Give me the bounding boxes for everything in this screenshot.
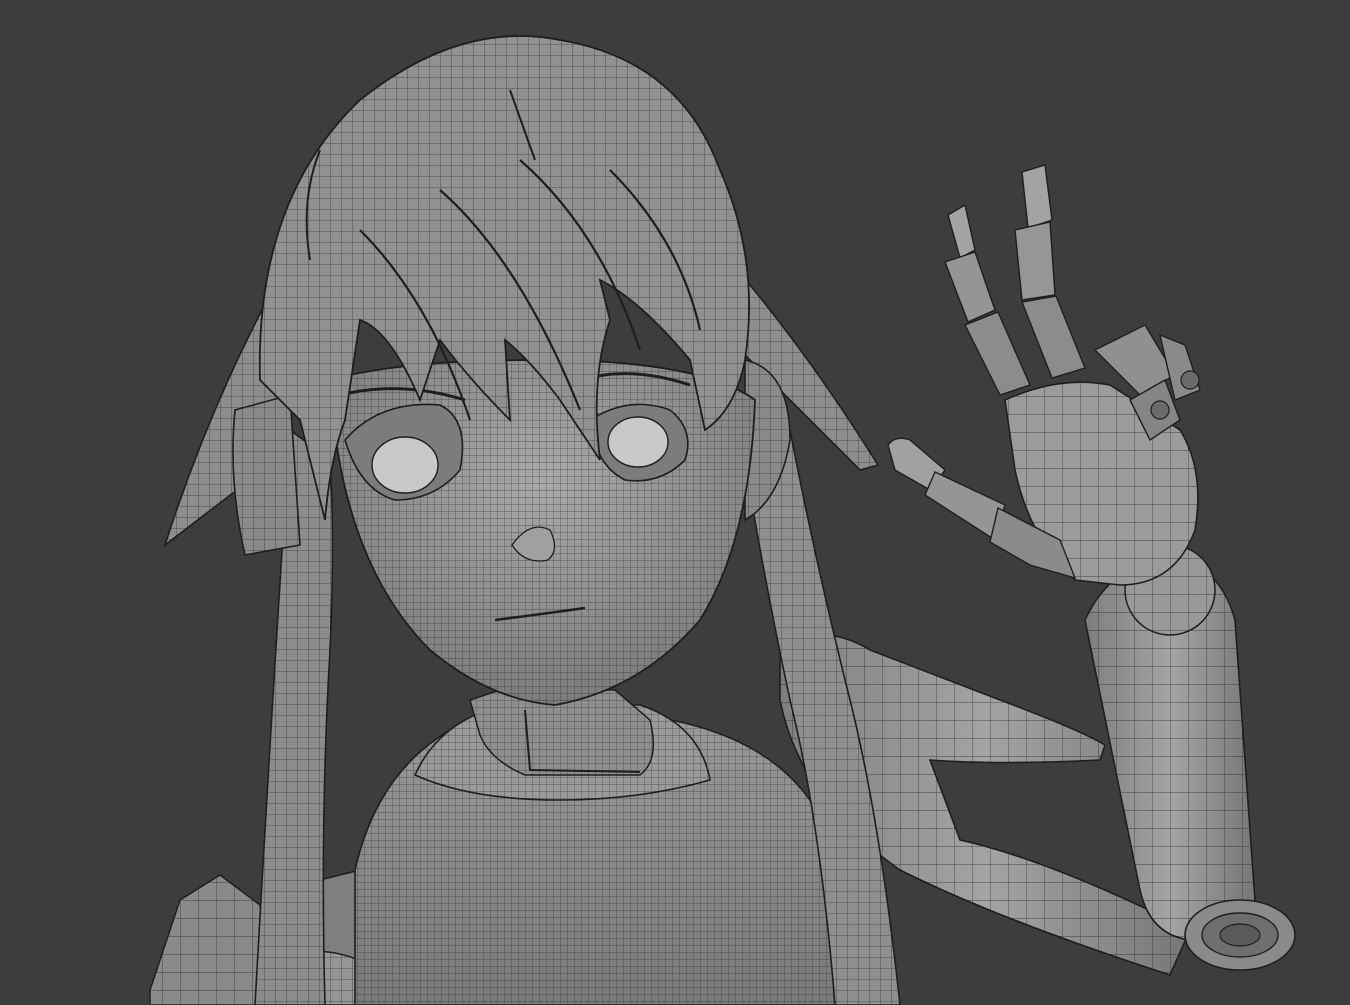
3d-viewport[interactable] (0, 0, 1350, 1005)
viewport-canvas[interactable] (0, 0, 1350, 1005)
middle-finger-mesh (1014, 164, 1086, 379)
